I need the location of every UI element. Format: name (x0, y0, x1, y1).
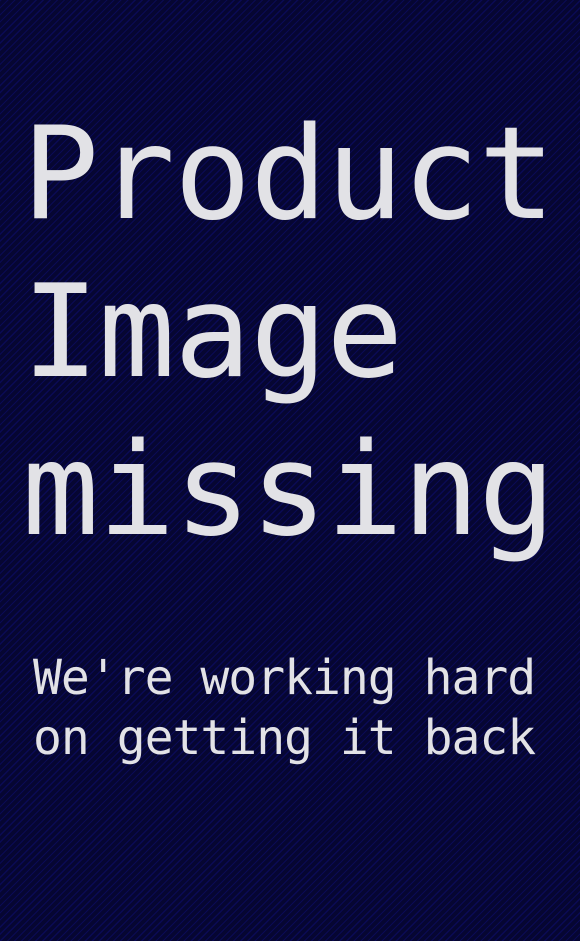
message-line-1: We're working hard (33, 650, 536, 706)
headline-line-1: Product (22, 100, 555, 249)
placeholder-headline: Product Image missing (22, 96, 555, 570)
message-line-2: on getting it back (33, 710, 536, 766)
headline-line-3: missing (22, 416, 555, 565)
headline-line-2: Image (22, 258, 403, 407)
placeholder-message: We're working hard on getting it back (33, 648, 536, 768)
missing-image-placeholder: Product Image missing We're working hard… (0, 0, 580, 941)
